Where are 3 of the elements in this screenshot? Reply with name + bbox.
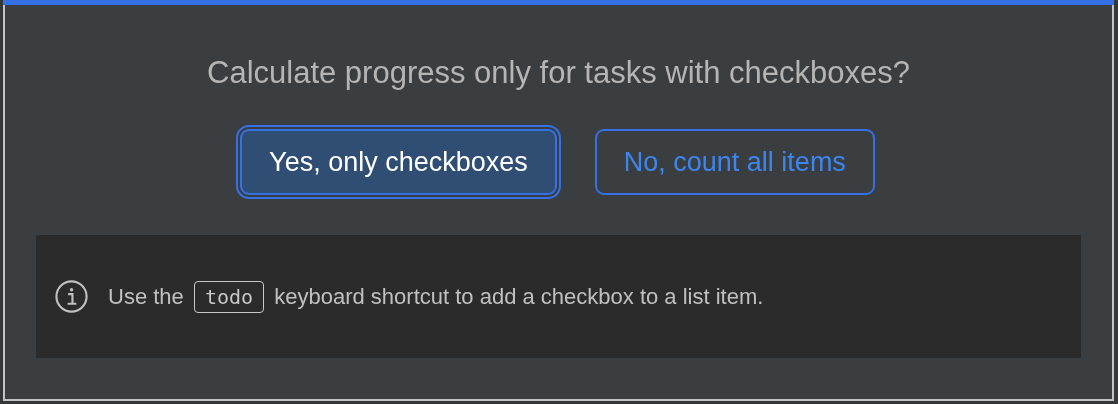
notice-text: Use the todo keyboard shortcut to add a checkbox to a list item. bbox=[108, 283, 764, 310]
dialog-title: Calculate progress only for tasks with checkboxes? bbox=[206, 54, 911, 92]
info-icon bbox=[54, 279, 89, 314]
